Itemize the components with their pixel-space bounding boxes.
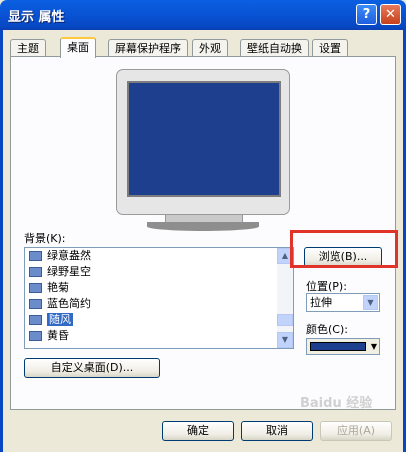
monitor-screen (127, 81, 281, 197)
list-item-label: 绿野星空 (47, 265, 91, 278)
position-select[interactable]: 拉伸 ▼ (306, 293, 380, 312)
background-listbox[interactable]: 绿意盎然 绿野星空 艳菊 蓝色简约 随风 黄昏 ▲ ▼ (24, 247, 294, 349)
list-item-label: 随风 (47, 313, 73, 326)
annotation-highlight-box (290, 230, 398, 268)
image-file-icon (29, 283, 42, 293)
color-label: 颜色(C): (306, 323, 348, 336)
scroll-thumb[interactable] (277, 314, 293, 326)
list-item-label: 黄昏 (47, 329, 69, 342)
title-bar: 显示 属性 ? ✕ (0, 0, 406, 30)
cancel-button[interactable]: 取消 (241, 421, 313, 441)
tab-settings[interactable]: 设置 (312, 39, 348, 56)
color-swatch (310, 342, 366, 351)
image-file-icon (29, 251, 42, 261)
close-button[interactable]: ✕ (380, 4, 401, 25)
list-item-selected[interactable]: 随风 (25, 312, 293, 328)
tab-screensaver[interactable]: 屏幕保护程序 (108, 39, 188, 56)
tab-desktop[interactable]: 桌面 (60, 37, 96, 58)
color-picker-button[interactable]: ▼ (306, 338, 380, 355)
list-item[interactable]: 绿意盎然 (25, 248, 293, 264)
tab-wallpaper-changer[interactable]: 壁纸自动换 (240, 39, 309, 56)
window-border-left (0, 30, 3, 452)
list-item[interactable]: 蓝色简约 (25, 296, 293, 312)
list-item[interactable]: 艳菊 (25, 280, 293, 296)
tab-appearance[interactable]: 外观 (192, 39, 228, 56)
image-file-icon (29, 267, 42, 277)
list-item-label: 绿意盎然 (47, 249, 91, 262)
position-label: 位置(P): (306, 280, 347, 293)
customize-desktop-button[interactable]: 自定义桌面(D)... (24, 358, 160, 378)
image-file-icon (29, 315, 42, 325)
image-file-icon (29, 299, 42, 309)
list-item-label: 蓝色简约 (47, 297, 91, 310)
chevron-down-icon: ▼ (370, 342, 377, 351)
window-title: 显示 属性 (8, 10, 65, 25)
list-item-label: 艳菊 (47, 281, 69, 294)
monitor-base (147, 222, 259, 231)
image-file-icon (29, 331, 42, 341)
help-button[interactable]: ? (356, 4, 377, 25)
chevron-down-icon[interactable]: ▼ (363, 295, 378, 310)
position-value: 拉伸 (310, 296, 332, 309)
scroll-down-icon[interactable]: ▼ (277, 332, 293, 348)
apply-button[interactable]: 应用(A) (320, 421, 392, 441)
tab-themes[interactable]: 主题 (10, 39, 46, 56)
monitor-preview (116, 69, 290, 215)
watermark: Baidu 经验 (300, 396, 373, 411)
background-label: 背景(K): (24, 232, 66, 245)
list-item[interactable]: 绿野星空 (25, 264, 293, 280)
list-item[interactable]: 黄昏 (25, 328, 293, 344)
ok-button[interactable]: 确定 (162, 421, 234, 441)
